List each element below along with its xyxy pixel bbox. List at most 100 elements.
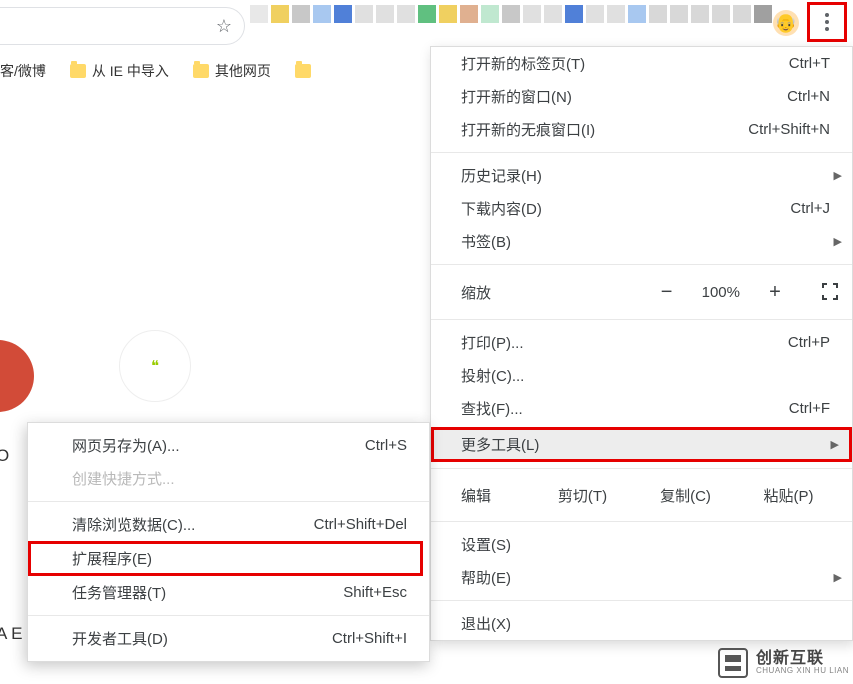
menu-separator [28, 615, 429, 616]
submenu-shortcut: Ctrl+Shift+I [332, 630, 407, 647]
pixel-square [355, 5, 373, 23]
menu-separator [431, 264, 852, 265]
menu-downloads[interactable]: 下载内容(D) Ctrl+J [431, 192, 852, 225]
pixel-square [397, 5, 415, 23]
menu-new-tab[interactable]: 打开新的标签页(T) Ctrl+T [431, 47, 852, 80]
menu-cast[interactable]: 投射(C)... [431, 359, 852, 392]
submenu-arrow-icon: ▶ [834, 571, 842, 584]
pixel-square [628, 5, 646, 23]
bookmark-item[interactable] [295, 64, 311, 78]
menu-exit[interactable]: 退出(X) [431, 607, 852, 640]
menu-separator [431, 521, 852, 522]
menu-more-tools[interactable]: 更多工具(L) ▶ [431, 427, 852, 462]
pixel-square [691, 5, 709, 23]
submenu-arrow-icon: ▶ [834, 235, 842, 248]
page-circle-green: ❝ [119, 330, 191, 402]
avatar-emoji: 👴 [775, 13, 797, 34]
menu-shortcut: Ctrl+P [788, 334, 830, 351]
menu-help[interactable]: 帮助(E) ▶ [431, 561, 852, 594]
menu-separator [431, 152, 852, 153]
omnibox-end[interactable]: ☆ [0, 7, 245, 45]
menu-zoom-row: 缩放 − 100% + [431, 271, 852, 313]
bookmark-item[interactable]: 其他网页 [193, 61, 271, 81]
profile-avatar[interactable]: 👴 [773, 10, 799, 36]
submenu-extensions[interactable]: 扩展程序(E) [28, 541, 423, 576]
edit-cut-button[interactable]: 剪切(T) [531, 485, 634, 506]
watermark-en: CHUANG XIN HU LIAN [756, 667, 849, 675]
submenu-task-manager[interactable]: 任务管理器(T) Shift+Esc [28, 576, 429, 609]
page-circle-red [0, 340, 34, 412]
menu-label: 打开新的无痕窗口(I) [461, 119, 748, 140]
pixel-square [313, 5, 331, 23]
main-menu-button[interactable] [807, 2, 847, 42]
pixel-square [523, 5, 541, 23]
menu-incognito[interactable]: 打开新的无痕窗口(I) Ctrl+Shift+N [431, 113, 852, 146]
menu-print[interactable]: 打印(P)... Ctrl+P [431, 326, 852, 359]
watermark-cn: 创新互联 [756, 651, 849, 667]
pixel-square [544, 5, 562, 23]
edit-paste-button[interactable]: 粘贴(P) [737, 485, 840, 506]
page-cut-text: A E [0, 624, 22, 644]
menu-label: 查找(F)... [461, 398, 789, 419]
chrome-main-menu: 打开新的标签页(T) Ctrl+T 打开新的窗口(N) Ctrl+N 打开新的无… [430, 46, 853, 641]
submenu-clear-browsing-data[interactable]: 清除浏览数据(C)... Ctrl+Shift+Del [28, 508, 429, 541]
pixel-square [712, 5, 730, 23]
bookmark-star-icon[interactable]: ☆ [216, 16, 232, 37]
menu-separator [431, 600, 852, 601]
submenu-shortcut: Ctrl+S [365, 437, 407, 454]
pixel-square [334, 5, 352, 23]
submenu-shortcut: Shift+Esc [343, 584, 407, 601]
menu-label: 历史记录(H) [461, 165, 830, 186]
pixel-square [649, 5, 667, 23]
zoom-out-button[interactable]: − [658, 281, 676, 304]
pixel-square [565, 5, 583, 23]
submenu-label: 清除浏览数据(C)... [72, 514, 314, 535]
menu-shortcut: Ctrl+J [790, 200, 830, 217]
browser-topbar: ☆ 👴 [0, 0, 853, 48]
edit-copy-button[interactable]: 复制(C) [634, 485, 737, 506]
submenu-developer-tools[interactable]: 开发者工具(D) Ctrl+Shift+I [28, 622, 429, 655]
submenu-label: 创建快捷方式... [72, 468, 407, 489]
submenu-label: 任务管理器(T) [72, 582, 343, 603]
bookmark-label: 客/微博 [0, 61, 46, 81]
menu-label: 投射(C)... [461, 365, 830, 386]
submenu-label: 网页另存为(A)... [72, 435, 365, 456]
pixel-square [376, 5, 394, 23]
menu-label: 帮助(E) [461, 567, 830, 588]
submenu-arrow-icon: ▶ [831, 438, 839, 451]
folder-icon [295, 64, 311, 78]
menu-separator [431, 468, 852, 469]
fullscreen-icon[interactable] [822, 283, 840, 301]
menu-new-window[interactable]: 打开新的窗口(N) Ctrl+N [431, 80, 852, 113]
pixel-square [292, 5, 310, 23]
extension-icons-pixelated [250, 5, 772, 23]
pixel-square [250, 5, 268, 23]
bookmark-item[interactable]: 客/微博 [0, 61, 46, 81]
submenu-save-page-as[interactable]: 网页另存为(A)... Ctrl+S [28, 429, 429, 462]
menu-label: 下载内容(D) [461, 198, 790, 219]
menu-label: 书签(B) [461, 231, 830, 252]
bookmark-label: 其他网页 [215, 61, 271, 81]
menu-label: 更多工具(L) [461, 434, 839, 455]
more-tools-submenu: 网页另存为(A)... Ctrl+S 创建快捷方式... 清除浏览数据(C)..… [27, 422, 430, 662]
submenu-shortcut: Ctrl+Shift+Del [314, 516, 407, 533]
menu-bookmarks[interactable]: 书签(B) ▶ [431, 225, 852, 258]
menu-find[interactable]: 查找(F)... Ctrl+F [431, 392, 852, 425]
menu-label: 打印(P)... [461, 332, 788, 353]
kebab-icon [825, 13, 829, 31]
menu-history[interactable]: 历史记录(H) ▶ [431, 159, 852, 192]
pixel-square [460, 5, 478, 23]
edit-label: 编辑 [461, 485, 531, 506]
submenu-label: 扩展程序(E) [72, 548, 152, 569]
zoom-in-button[interactable]: + [766, 281, 784, 304]
pixel-square [607, 5, 625, 23]
menu-separator [431, 319, 852, 320]
pixel-square [733, 5, 751, 23]
menu-label: 设置(S) [461, 534, 830, 555]
watermark: 创新互联 CHUANG XIN HU LIAN [718, 648, 849, 678]
folder-icon [70, 64, 86, 78]
page-cut-text: O [0, 446, 9, 466]
menu-settings[interactable]: 设置(S) [431, 528, 852, 561]
folder-icon [193, 64, 209, 78]
bookmark-item[interactable]: 从 IE 中导入 [70, 61, 169, 81]
